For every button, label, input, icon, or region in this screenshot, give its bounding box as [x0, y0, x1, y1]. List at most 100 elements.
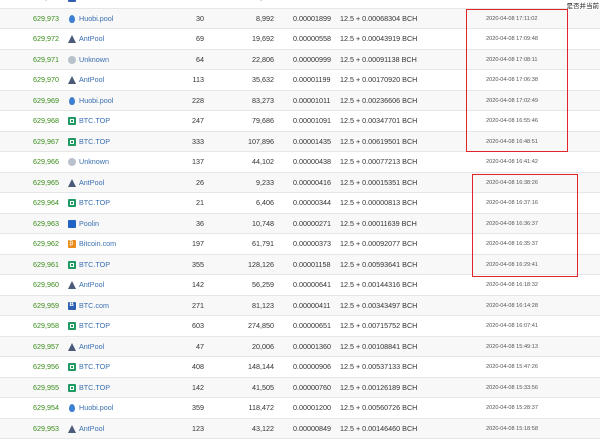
pool-link[interactable]: AntPool [68, 29, 104, 50]
block-height-link[interactable]: 629,969 [33, 91, 59, 112]
tx-count: 47 [196, 341, 204, 351]
block-height-link[interactable]: 629,970 [33, 70, 59, 91]
pool-link[interactable]: BTC.com [68, 295, 109, 317]
pool-link[interactable]: BTC.TOP [68, 132, 110, 153]
btctop-icon [68, 383, 76, 392]
block-height-link[interactable]: 629,956 [33, 357, 59, 378]
block-reward: 12.5 + 0.00068304 BCH [340, 13, 418, 23]
pool-link[interactable]: BTC.TOP [68, 316, 110, 337]
pool-label: BTC.TOP [79, 198, 111, 207]
tx-count: 197 [192, 239, 204, 248]
pool-link[interactable]: BTC.TOP [68, 255, 110, 276]
block-size: 35,632 [252, 75, 274, 84]
fee-rate: 0.00001200 [293, 403, 331, 412]
block-height-link[interactable]: 629,974 [33, 0, 59, 9]
highlight-box-lower [472, 174, 578, 277]
btctop-icon [68, 137, 76, 146]
block-height-link[interactable]: 629,967 [33, 132, 59, 153]
pool-label: AntPool [79, 341, 105, 351]
block-size: 148,144 [248, 362, 274, 371]
block-height-link[interactable]: 629,957 [33, 337, 59, 358]
block-height-link[interactable]: 629,959 [33, 296, 59, 317]
fee-rate: 0.00000641 [293, 280, 331, 289]
pool-label: BTC.TOP [79, 382, 111, 392]
pool-link[interactable]: BTC.TOP [68, 378, 110, 399]
block-reward: 12.5 + 0.00092077 BCH [340, 239, 418, 248]
pool-link[interactable]: Huobi.pool [68, 9, 113, 30]
block-height-link[interactable]: 629,973 [33, 9, 59, 30]
block-height-link[interactable]: 629,954 [33, 398, 59, 419]
block-height-link[interactable]: 629,963 [33, 214, 59, 235]
block-size: 10,748 [252, 218, 274, 228]
block-height-link[interactable]: 629,961 [33, 255, 59, 276]
tx-count: 333 [192, 136, 204, 146]
pool-label: BTC.com [79, 300, 109, 310]
pool-link[interactable]: BTC.com [68, 0, 109, 9]
fee-rate: 0.00001199 [293, 75, 331, 84]
block-height-link[interactable]: 629,966 [33, 152, 59, 173]
block-height-link[interactable]: 629,960 [33, 275, 59, 296]
huobi-icon [68, 14, 76, 23]
block-height-link[interactable]: 629,958 [33, 316, 59, 337]
table-row: 629,957 AntPool 47 20,006 0.00001360 12.5 + 0… [0, 336, 600, 358]
block-height-link[interactable]: 629,968 [33, 111, 59, 132]
block-time: 2020-04-08 16:14:28 [486, 302, 538, 309]
antpool-icon [68, 35, 76, 44]
pool-link[interactable]: BTC.TOP [68, 111, 110, 132]
pool-link[interactable]: Unknown [68, 50, 109, 71]
pool-link[interactable]: AntPool [68, 70, 104, 91]
btctop-icon [68, 322, 76, 331]
pool-link[interactable]: Unknown [68, 152, 109, 173]
pool-label: Huobi.pool [79, 403, 114, 412]
block-reward: 12.5 + 0.00619501 BCH [340, 136, 418, 146]
block-height-link[interactable]: 629,972 [33, 29, 59, 50]
block-height-link[interactable]: 629,965 [33, 173, 59, 194]
table-row: 629,958 BTC.TOP 603 274,850 0.00000651 12.5 +… [0, 316, 600, 337]
block-size: 19,692 [252, 34, 274, 43]
pool-label: Huobi.pool [79, 13, 114, 23]
pool-link[interactable]: BTC.TOP [68, 193, 110, 214]
pool-link[interactable]: BTC.TOP [68, 357, 110, 378]
pool-link[interactable]: Bitcoin.com [68, 234, 116, 255]
fee-rate: 0.00000651 [293, 321, 331, 330]
fee-rate: 0.00000271 [293, 218, 331, 228]
block-reward: 12.5 + 0.00170920 BCH [340, 75, 418, 84]
block-reward: 12.5 + 0.00108841 BCH [340, 341, 418, 351]
block-size: 41,505 [252, 382, 274, 392]
fee-rate: 0.00000438 [293, 157, 331, 166]
pool-label: Bitcoin.com [79, 239, 117, 248]
pool-label: BTC.com [79, 0, 109, 9]
block-height-link[interactable]: 629,964 [33, 193, 59, 214]
fee-rate: 0.00000558 [293, 34, 331, 43]
table-row: 629,956 BTC.TOP 408 148,144 0.00000906 12.5 +… [0, 357, 600, 378]
pool-link[interactable]: Huobi.pool [68, 398, 113, 419]
pool-label: AntPool [79, 280, 105, 289]
fee-rate: 0.00001899 [293, 13, 331, 23]
tx-count: 113 [192, 75, 204, 84]
block-reward: 12.5 + 0.00000813 BCH [340, 198, 418, 207]
pool-link[interactable]: AntPool [68, 275, 104, 296]
block-reward: 12.5 + 0.00091138 BCH [340, 54, 417, 64]
pool-link[interactable]: Huobi.pool [68, 91, 113, 112]
bitcoincom-icon [68, 234, 76, 255]
block-size: 274,850 [248, 321, 274, 330]
pool-link[interactable]: AntPool [68, 173, 104, 194]
block-height-link[interactable]: 629,953 [33, 419, 59, 440]
block-reward: 12.5 + 0.00015351 BCH [340, 177, 418, 187]
tx-count: 247 [192, 116, 204, 125]
tx-count: 355 [192, 259, 204, 269]
pool-link[interactable]: AntPool [68, 419, 104, 440]
block-reward: 12.5 + 0.00077213 BCH [340, 157, 418, 166]
tx-count: 142 [192, 382, 204, 392]
block-height-link[interactable]: 629,962 [33, 234, 59, 255]
block-height-link[interactable]: 629,955 [33, 378, 59, 399]
tx-count: 142 [192, 280, 204, 289]
huobi-icon [68, 96, 76, 105]
fee-rate: 0.00000906 [293, 362, 331, 371]
block-height-link[interactable]: 629,971 [33, 50, 59, 71]
block-size: 9,233 [256, 177, 274, 187]
pool-link[interactable]: Poolin [68, 214, 99, 235]
tx-count: 26 [196, 177, 204, 187]
pool-link[interactable]: AntPool [68, 337, 104, 358]
block-reward: 12.5 + 0.00011639 BCH [340, 218, 417, 228]
